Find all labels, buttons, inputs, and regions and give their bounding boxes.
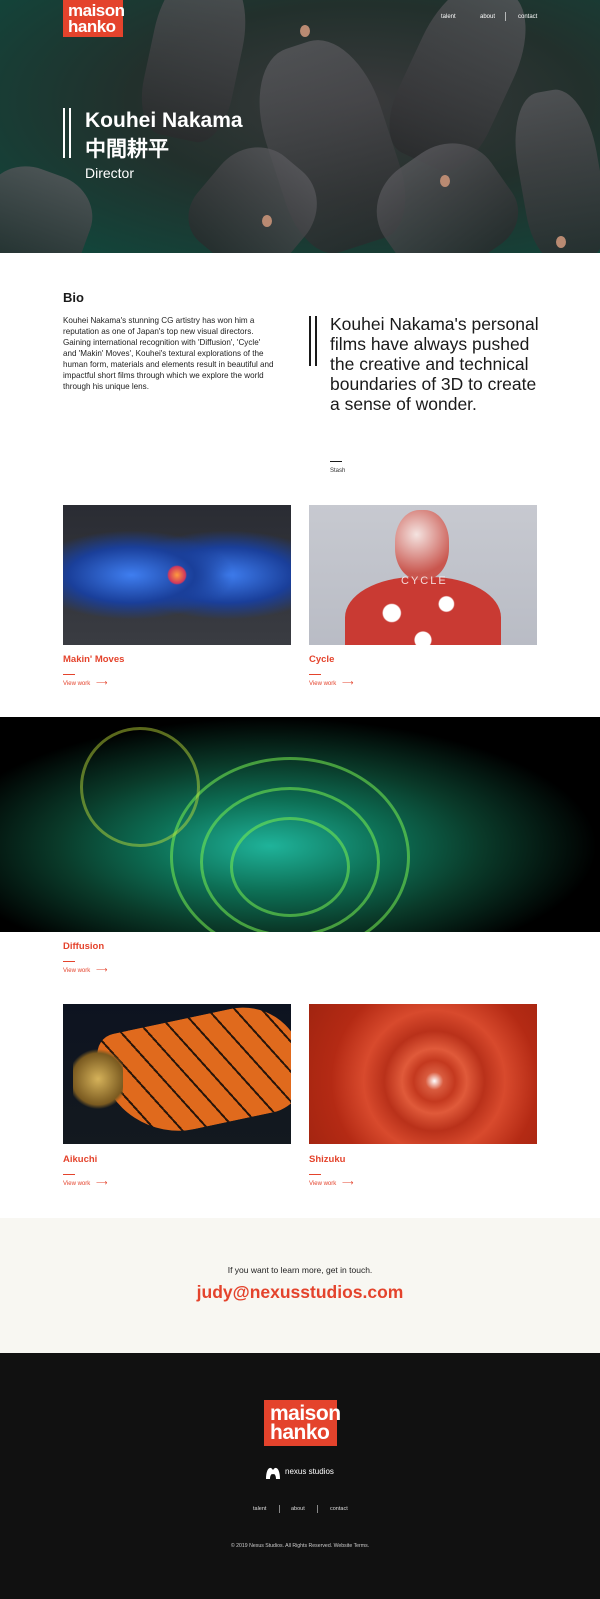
nav-talent[interactable]: talent xyxy=(441,14,456,20)
work-thumbnail-cycle[interactable]: CYCLE xyxy=(309,505,537,645)
hero-accent-bar xyxy=(63,108,71,158)
work-thumbnail-diffusion[interactable] xyxy=(0,717,600,932)
quote-source: Stash xyxy=(330,468,346,474)
hero-figure xyxy=(505,84,600,253)
director-role: Director xyxy=(85,165,135,181)
hero-face xyxy=(262,215,272,227)
hero-face xyxy=(440,175,450,187)
work-thumbnail-aikuchi[interactable] xyxy=(63,1004,291,1144)
director-name: Kouhei Nakama xyxy=(85,109,243,132)
work-title-shizuku[interactable]: Shizuku xyxy=(309,1154,345,1165)
contact-email-link[interactable]: judy@nexusstudios.com xyxy=(0,1282,600,1303)
arrow-right-icon[interactable]: ⟶ xyxy=(342,678,353,687)
work-divider xyxy=(309,1174,321,1175)
view-work-link[interactable]: View work xyxy=(309,681,336,687)
work-divider xyxy=(63,674,75,675)
nav-divider xyxy=(505,12,506,21)
bio-title: Bio xyxy=(63,290,84,305)
work-divider xyxy=(309,674,321,675)
nexus-studios-wordmark[interactable]: nexus studios xyxy=(285,1467,334,1476)
aikuchi-gold xyxy=(73,1044,123,1114)
work-title-aikuchi[interactable]: Aikuchi xyxy=(63,1154,97,1165)
view-work-link[interactable]: View work xyxy=(309,1181,336,1187)
hero-face xyxy=(556,236,566,248)
arrow-right-icon[interactable]: ⟶ xyxy=(342,1178,353,1187)
nexus-logo-icon xyxy=(266,1467,280,1479)
nav-about[interactable]: about xyxy=(480,14,495,20)
arrow-right-icon[interactable]: ⟶ xyxy=(96,1178,107,1187)
cycle-image-text: CYCLE xyxy=(401,575,448,587)
copyright-text: © 2019 Nexus Studios. All Rights Reserve… xyxy=(230,1543,370,1549)
cycle-figure-head xyxy=(395,510,449,580)
view-work-link[interactable]: View work xyxy=(63,1181,90,1187)
director-name-jp: 中間耕平 xyxy=(85,137,169,161)
press-quote: Kouhei Nakama's personal films have alwa… xyxy=(330,314,539,414)
quote-accent-bar xyxy=(309,316,317,366)
work-title-diffusion[interactable]: Diffusion xyxy=(63,941,104,952)
footer-nav-talent[interactable]: talent xyxy=(253,1506,266,1512)
arrow-right-icon[interactable]: ⟶ xyxy=(96,678,107,687)
logo-line2: hanko xyxy=(270,1421,330,1445)
diffusion-ring xyxy=(230,817,350,917)
view-work-link[interactable]: View work xyxy=(63,968,90,974)
hero-face xyxy=(300,25,310,37)
footer-nav-divider xyxy=(317,1505,318,1513)
quote-divider xyxy=(330,461,342,462)
view-work-link[interactable]: View work xyxy=(63,681,90,687)
work-thumbnail-shizuku[interactable] xyxy=(309,1004,537,1144)
footer-logo[interactable]: maison hanko xyxy=(264,1400,341,1446)
bio-text: Kouhei Nakama's stunning CG artistry has… xyxy=(63,316,274,391)
nav-contact[interactable]: contact xyxy=(518,14,537,20)
contact-prompt: If you want to learn more, get in touch. xyxy=(227,1265,373,1275)
work-title-cycle[interactable]: Cycle xyxy=(309,654,334,665)
footer-nav-about[interactable]: about xyxy=(291,1506,305,1512)
site-footer xyxy=(0,1353,600,1599)
cycle-figure-body xyxy=(345,577,501,645)
footer-nav-contact[interactable]: contact xyxy=(330,1506,348,1512)
logo-line2: hanko xyxy=(68,16,116,36)
work-title-makin-moves[interactable]: Makin' Moves xyxy=(63,654,124,665)
arrow-right-icon[interactable]: ⟶ xyxy=(96,965,107,974)
site-logo[interactable]: maison hanko xyxy=(63,0,125,37)
diffusion-ring xyxy=(80,727,200,847)
work-divider xyxy=(63,1174,75,1175)
aikuchi-shape xyxy=(93,1004,291,1144)
work-thumbnail-makin-moves[interactable] xyxy=(63,505,291,645)
footer-nav-divider xyxy=(279,1505,280,1513)
work-divider xyxy=(63,961,75,962)
